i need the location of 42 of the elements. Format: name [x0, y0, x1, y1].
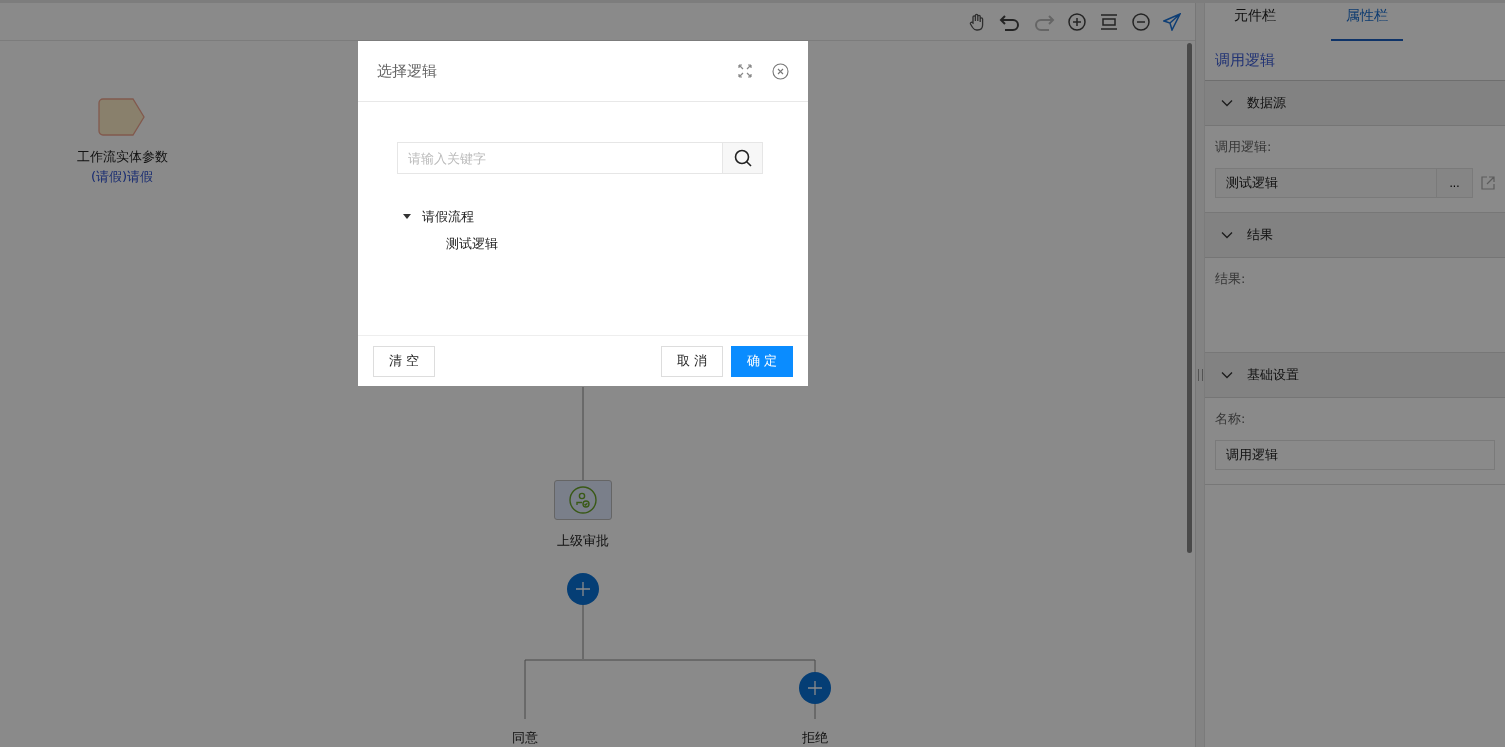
panel-tab[interactable]: 元件栏 [1219, 3, 1291, 41]
search-icon [733, 149, 752, 167]
plus-icon [576, 582, 590, 596]
dialog-button[interactable]: 取 消 [661, 345, 723, 377]
section-title: 数据源 [1247, 94, 1286, 112]
approval-node[interactable] [554, 480, 612, 520]
scrollbar[interactable] [1187, 43, 1192, 553]
node-label: 上级审批 [557, 532, 609, 550]
fit-icon[interactable] [1099, 11, 1119, 32]
field-label: 名称: [1215, 410, 1247, 428]
zoom-in-icon[interactable] [1067, 11, 1087, 32]
branch-label: 拒绝 [801, 729, 829, 747]
close-icon[interactable] [772, 62, 789, 80]
search-button[interactable] [722, 143, 762, 173]
section-title: 基础设置 [1247, 366, 1299, 384]
caret-icon[interactable] [403, 214, 411, 220]
tree-item[interactable]: 测试逻辑 [446, 235, 498, 253]
plus-icon [808, 681, 822, 695]
field-label: 调用逻辑: [1215, 138, 1273, 156]
start-node-shape[interactable] [98, 98, 146, 136]
send-icon[interactable] [1163, 12, 1181, 31]
dialog-button[interactable]: 清 空 [373, 345, 435, 377]
node-subtitle: (请假)请假 [90, 168, 154, 186]
expand-icon[interactable] [738, 64, 752, 78]
zoom-out-icon[interactable] [1131, 11, 1151, 32]
add-node-button[interactable] [567, 573, 599, 605]
section-header[interactable]: 基础设置 [1205, 353, 1505, 398]
node-title: 工作流实体参数 [76, 148, 168, 166]
dialog-button[interactable]: 确 定 [731, 345, 793, 377]
user-check-icon [569, 486, 597, 514]
panel-tab[interactable]: 属性栏 [1331, 3, 1403, 41]
dialog-title: 选择逻辑 [377, 61, 438, 81]
branch-label: 同意 [511, 729, 539, 747]
external-link-icon[interactable] [1481, 176, 1495, 190]
name-field[interactable]: 调用逻辑 [1215, 440, 1495, 470]
tree-item[interactable]: 请假流程 [422, 208, 474, 226]
section-header[interactable]: 结果 [1205, 213, 1505, 258]
section-header[interactable]: 数据源 [1205, 81, 1505, 126]
search-field[interactable]: 请输入关键字 [397, 142, 763, 174]
section-title: 结果 [1247, 226, 1273, 244]
add-node-button[interactable] [799, 672, 831, 704]
field-label: 结果: [1215, 270, 1247, 288]
